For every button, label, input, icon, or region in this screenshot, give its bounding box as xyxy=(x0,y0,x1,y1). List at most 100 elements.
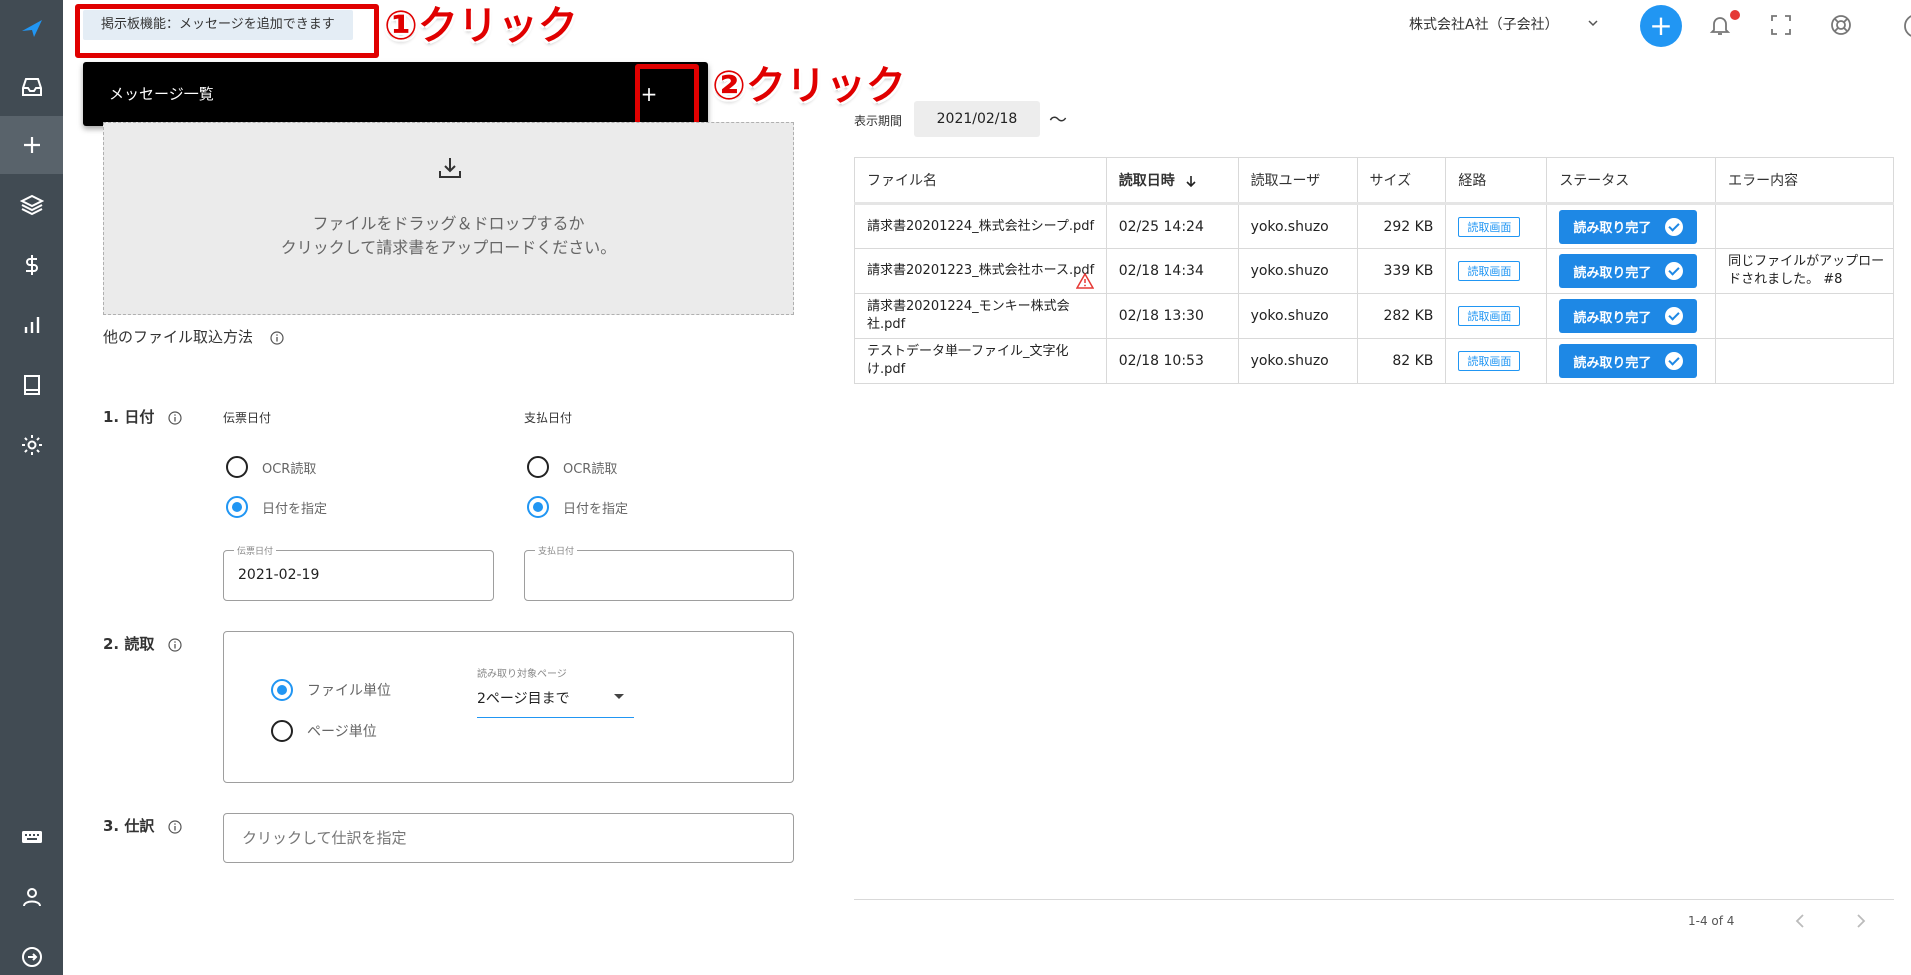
date-section-label: 1. 日付 xyxy=(103,406,182,427)
table-row[interactable]: 請求書20201224_モンキー株式会社.pdf 02/18 13:30 yok… xyxy=(854,293,1894,339)
date-section-text: 1. 日付 xyxy=(103,408,155,426)
radio-on[interactable] xyxy=(527,496,549,518)
arrow-down-icon[interactable] xyxy=(1184,174,1198,188)
dollar-icon[interactable] xyxy=(0,236,63,294)
table-row[interactable]: 請求書20201223_株式会社ホース.pdf 02/18 14:34 yoko… xyxy=(854,248,1894,294)
pagination-info: 1-4 of 4 xyxy=(1688,914,1735,928)
journal-section-text: 3. 仕訳 xyxy=(103,817,155,835)
logo-icon[interactable] xyxy=(0,0,63,58)
col-read-date-label: 読取日時 xyxy=(1118,173,1175,189)
info-icon[interactable] xyxy=(167,637,182,652)
slip-date-field[interactable]: 伝票日付 2021-02-19 xyxy=(223,544,494,601)
info-icon[interactable] xyxy=(270,330,284,345)
download-icon xyxy=(439,158,461,178)
col-route[interactable]: 経路 xyxy=(1445,157,1548,204)
table-row[interactable]: テストデータ単一ファイル_文字化け.pdf 02/18 10:53 yoko.s… xyxy=(854,338,1894,384)
gear-icon[interactable] xyxy=(0,416,63,474)
file-unit-label: ファイル単位 xyxy=(307,683,391,699)
info-icon[interactable] xyxy=(167,410,182,425)
payment-date-field[interactable]: 支払日付 xyxy=(524,544,794,601)
file-table: ファイル名 読取日時 読取ユーザ サイズ 経路 ステータス エラー内容 請求書2… xyxy=(854,157,1894,384)
select-underline xyxy=(477,717,634,718)
check-circle-icon xyxy=(1665,352,1684,370)
journal-input[interactable]: クリックして仕訳を指定 xyxy=(223,813,794,863)
row-file[interactable]: 請求書20201224_株式会社シープ.pdf xyxy=(854,203,1107,249)
check-circle-icon xyxy=(1665,307,1684,325)
add-icon[interactable] xyxy=(0,116,63,174)
read-page-select[interactable]: 2ページ目まで xyxy=(477,688,570,708)
row-user: yoko.shuzo xyxy=(1237,248,1358,294)
slip-specify-radio[interactable]: 日付を指定 xyxy=(226,496,327,518)
annotation-step2: ②クリック xyxy=(712,63,906,109)
keyboard-icon[interactable] xyxy=(0,808,63,866)
col-file-name[interactable]: ファイル名 xyxy=(854,157,1107,204)
payment-ocr-radio[interactable]: OCR読取 xyxy=(527,456,617,478)
sidebar xyxy=(0,0,63,975)
inbox-icon[interactable] xyxy=(0,58,63,116)
fullscreen-icon[interactable] xyxy=(1769,13,1793,37)
col-status[interactable]: ステータス xyxy=(1546,157,1717,204)
radio-off[interactable] xyxy=(527,456,549,478)
row-user: yoko.shuzo xyxy=(1237,203,1358,249)
period-start-date[interactable]: 2021/02/18 xyxy=(914,101,1040,137)
table-row[interactable]: 請求書20201224_株式会社シープ.pdf 02/25 14:24 yoko… xyxy=(854,203,1894,249)
payment-date-legend: 支払日付 xyxy=(535,544,578,557)
status-button[interactable]: 読み取り完了 xyxy=(1559,344,1698,378)
status-button[interactable]: 読み取り完了 xyxy=(1559,209,1698,244)
row-date: 02/18 10:53 xyxy=(1105,338,1239,384)
radio-off[interactable] xyxy=(226,456,248,478)
row-user: yoko.shuzo xyxy=(1237,338,1358,384)
layers-icon[interactable] xyxy=(0,176,63,234)
journal-placeholder: クリックして仕訳を指定 xyxy=(242,829,407,847)
row-size: 339 KB xyxy=(1356,248,1447,294)
read-section-label: 2. 読取 xyxy=(103,633,182,654)
caret-down-icon[interactable] xyxy=(614,694,624,699)
bell-icon[interactable] xyxy=(1708,13,1732,37)
row-date: 02/25 14:24 xyxy=(1105,203,1239,249)
payment-specify-radio[interactable]: 日付を指定 xyxy=(527,496,628,518)
row-file[interactable]: 請求書20201224_モンキー株式会社.pdf xyxy=(854,293,1107,339)
page-unit-label: ページ単位 xyxy=(307,724,377,740)
row-file-cell[interactable]: 請求書20201223_株式会社ホース.pdf xyxy=(854,248,1107,294)
slip-ocr-radio[interactable]: OCR読取 xyxy=(226,456,316,478)
radio-on[interactable] xyxy=(226,496,248,518)
message-list-panel: メッセージ一覧 + xyxy=(83,62,708,126)
row-file[interactable]: テストデータ単一ファイル_文字化け.pdf xyxy=(854,338,1107,384)
chevron-left-icon[interactable] xyxy=(1793,912,1807,930)
status-button[interactable]: 読み取り完了 xyxy=(1559,254,1698,288)
status-button[interactable]: 読み取り完了 xyxy=(1559,299,1698,333)
col-read-date[interactable]: 読取日時 xyxy=(1105,157,1239,204)
read-page-select-label: 読み取り対象ページ xyxy=(477,669,567,680)
slip-ocr-label: OCR読取 xyxy=(262,461,317,477)
payment-date-title: 支払日付 xyxy=(524,411,573,425)
info-icon[interactable] xyxy=(167,819,182,834)
help-icon[interactable] xyxy=(1903,13,1911,39)
support-icon[interactable] xyxy=(1829,13,1853,37)
book-icon[interactable] xyxy=(0,356,63,414)
col-size[interactable]: サイズ xyxy=(1356,157,1447,204)
file-unit-radio[interactable]: ファイル単位 xyxy=(271,679,391,701)
table-footer-divider xyxy=(854,899,1894,900)
row-size: 82 KB xyxy=(1356,338,1447,384)
warning-icon xyxy=(1075,273,1094,289)
slip-date-title: 伝票日付 xyxy=(223,411,272,425)
row-date: 02/18 13:30 xyxy=(1105,293,1239,339)
add-circle-button[interactable]: + xyxy=(1640,5,1682,47)
radio-off[interactable] xyxy=(271,720,293,742)
col-error[interactable]: エラー内容 xyxy=(1715,157,1894,204)
slip-specify-label: 日付を指定 xyxy=(262,501,328,517)
page-unit-radio[interactable]: ページ単位 xyxy=(271,720,377,742)
route-chip: 読取画面 xyxy=(1458,261,1521,281)
other-import-methods[interactable]: 他のファイル取込方法 xyxy=(103,326,284,347)
company-selector[interactable]: 株式会社A社（子会社） xyxy=(1409,14,1559,34)
chevron-right-icon[interactable] xyxy=(1854,912,1868,930)
user-icon[interactable] xyxy=(0,868,63,926)
chart-icon[interactable] xyxy=(0,296,63,354)
logout-icon[interactable] xyxy=(0,928,63,975)
route-chip: 読取画面 xyxy=(1458,351,1521,371)
radio-on[interactable] xyxy=(271,679,293,701)
row-error xyxy=(1715,293,1894,339)
upload-dropzone[interactable]: ファイルをドラッグ＆ドロップするか クリックして請求書をアップロードください。 xyxy=(103,122,794,315)
col-read-user[interactable]: 読取ユーザ xyxy=(1237,157,1358,204)
chevron-down-icon[interactable] xyxy=(1586,16,1600,30)
